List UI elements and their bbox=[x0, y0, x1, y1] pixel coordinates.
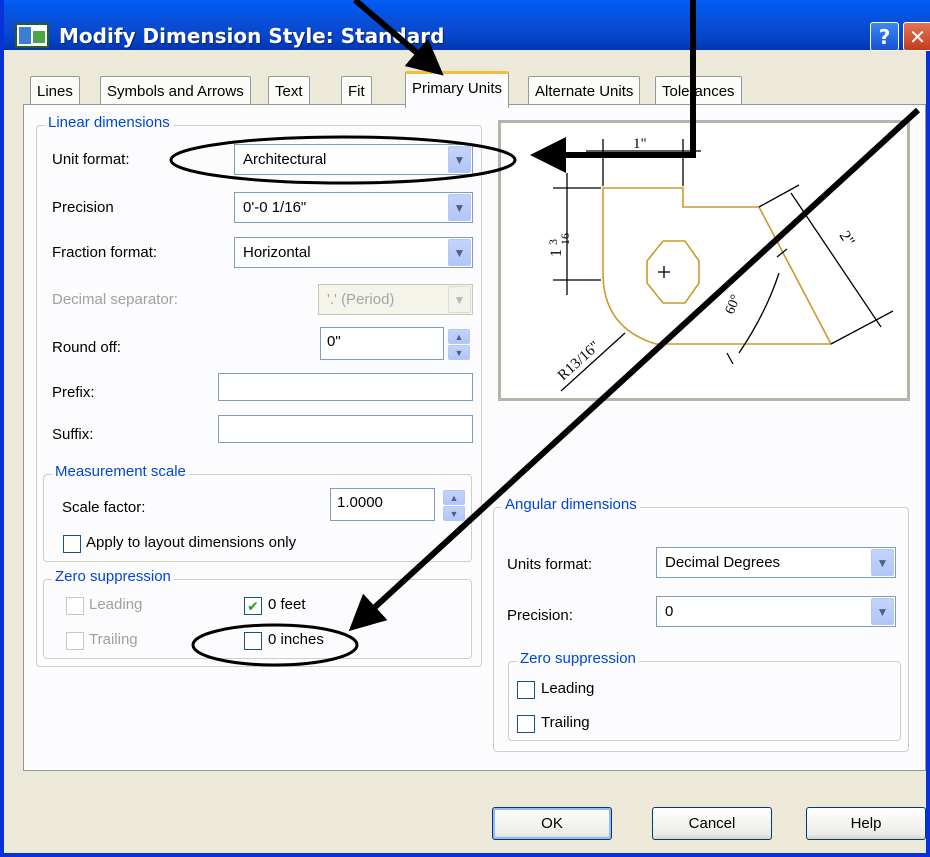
select-value: Decimal Degrees bbox=[665, 554, 781, 571]
input-value: 1.0000 bbox=[337, 494, 383, 511]
select-value: Horizontal bbox=[243, 244, 311, 261]
dim-left-den: 16 bbox=[558, 233, 572, 245]
cancel-button[interactable]: Cancel bbox=[652, 807, 772, 840]
trailing-label: Trailing bbox=[89, 631, 138, 648]
group-label: Measurement scale bbox=[52, 463, 189, 480]
unit-format-select[interactable]: Architectural ▼ bbox=[234, 144, 473, 175]
tab-lines[interactable]: Lines bbox=[30, 76, 80, 106]
help-title-button[interactable]: ? bbox=[870, 22, 899, 51]
prefix-input[interactable] bbox=[218, 373, 473, 401]
part-outline bbox=[602, 187, 833, 345]
tab-label: Tolerances bbox=[662, 83, 735, 100]
chevron-down-icon: ▼ bbox=[448, 286, 471, 313]
spin-up-icon[interactable]: ▲ bbox=[448, 329, 470, 344]
chevron-down-icon[interactable]: ▼ bbox=[871, 549, 894, 576]
select-value: '.' (Period) bbox=[327, 291, 395, 308]
precision-select[interactable]: 0'-0 1/16" ▼ bbox=[234, 192, 473, 223]
scale-factor-input[interactable]: 1.0000 bbox=[330, 488, 435, 521]
tab-label: Symbols and Arrows bbox=[107, 83, 244, 100]
tab-symbols-and-arrows[interactable]: Symbols and Arrows bbox=[100, 76, 251, 106]
suffix-label: Suffix: bbox=[52, 426, 94, 443]
button-label: Cancel bbox=[688, 815, 736, 832]
scale-factor-label: Scale factor: bbox=[62, 499, 146, 516]
round-off-label: Round off: bbox=[52, 339, 121, 356]
group-label: Zero suppression bbox=[517, 650, 639, 667]
tab-label: Primary Units bbox=[412, 80, 503, 97]
close-button[interactable]: ✕ bbox=[903, 22, 930, 51]
ok-button[interactable]: OK bbox=[492, 807, 612, 840]
tab-alternate-units[interactable]: Alternate Units bbox=[528, 76, 641, 106]
help-button[interactable]: Help bbox=[806, 807, 926, 840]
chevron-down-icon[interactable]: ▼ bbox=[871, 598, 894, 625]
leading-label: Leading bbox=[89, 596, 143, 613]
dim-left-text: 1 3 16 bbox=[546, 233, 572, 257]
tab-label: Fit bbox=[348, 83, 365, 100]
apply-layout-checkbox[interactable] bbox=[63, 535, 81, 553]
zero-inches-checkbox[interactable] bbox=[244, 632, 262, 650]
checkmark-icon: ✔ bbox=[247, 598, 259, 614]
unit-format-label: Unit format: bbox=[52, 151, 130, 168]
chevron-down-icon[interactable]: ▼ bbox=[448, 146, 471, 173]
fraction-format-label: Fraction format: bbox=[52, 244, 158, 261]
close-icon: ✕ bbox=[909, 24, 926, 49]
fraction-format-select[interactable]: Horizontal ▼ bbox=[234, 237, 473, 268]
chevron-down-icon[interactable]: ▼ bbox=[448, 239, 471, 266]
angular-units-format-select[interactable]: Decimal Degrees ▼ bbox=[656, 547, 896, 578]
title-bar[interactable]: Modify Dimension Style: Standard ? ✕ bbox=[4, 0, 930, 51]
group-label: Zero suppression bbox=[52, 568, 174, 585]
button-label: Help bbox=[850, 815, 882, 832]
round-off-input[interactable]: 0" bbox=[320, 327, 444, 360]
angular-precision-select[interactable]: 0 ▼ bbox=[656, 596, 896, 627]
tab-label: Alternate Units bbox=[535, 83, 634, 100]
tab-text[interactable]: Text bbox=[268, 76, 310, 106]
dialog-window: Modify Dimension Style: Standard ? ✕ Lin… bbox=[0, 0, 930, 857]
group-label: Linear dimensions bbox=[45, 114, 173, 131]
window-title: Modify Dimension Style: Standard bbox=[59, 24, 445, 48]
dimension-preview: 1" 1 3 16 2" 60° R13/16" bbox=[498, 120, 910, 401]
tab-label: Text bbox=[275, 83, 303, 100]
select-value: 0 bbox=[665, 603, 674, 620]
decimal-separator-label: Decimal separator: bbox=[52, 291, 178, 308]
trailing-checkbox bbox=[66, 632, 84, 650]
zero-inches-label: 0 inches bbox=[268, 631, 324, 648]
dim-top-text: 1" bbox=[633, 136, 647, 152]
chevron-down-icon[interactable]: ▼ bbox=[448, 194, 471, 221]
angular-leading-checkbox[interactable] bbox=[517, 681, 535, 699]
apply-layout-label: Apply to layout dimensions only bbox=[86, 534, 297, 551]
group-label: Angular dimensions bbox=[502, 496, 640, 513]
input-value: 0" bbox=[327, 333, 341, 350]
tab-label: Lines bbox=[37, 83, 73, 100]
leading-checkbox bbox=[66, 597, 84, 615]
tab-primary-units[interactable]: Primary Units bbox=[405, 71, 510, 108]
spin-down-icon[interactable]: ▼ bbox=[443, 506, 465, 521]
tab-fit[interactable]: Fit bbox=[341, 76, 372, 106]
units-format-label: Units format: bbox=[507, 556, 593, 573]
spin-down-icon[interactable]: ▼ bbox=[448, 345, 470, 360]
dim-left-whole: 1 bbox=[548, 249, 565, 257]
dim-right-text: 2" bbox=[836, 228, 858, 249]
dim-radius-text: R13/16" bbox=[555, 338, 603, 384]
precision-label: Precision bbox=[52, 199, 114, 216]
tab-tolerances[interactable]: Tolerances bbox=[655, 76, 742, 106]
angular-leading-label: Leading bbox=[541, 680, 595, 697]
preview-drawing: 1" 1 3 16 2" 60° R13/16" bbox=[546, 136, 894, 392]
zero-feet-label: 0 feet bbox=[268, 596, 306, 613]
select-value: 0'-0 1/16" bbox=[243, 199, 307, 216]
app-icon bbox=[15, 23, 49, 48]
prefix-label: Prefix: bbox=[52, 384, 95, 401]
angular-trailing-label: Trailing bbox=[541, 714, 590, 731]
angular-precision-label: Precision: bbox=[507, 607, 573, 624]
hole-outline bbox=[646, 240, 700, 304]
question-icon: ? bbox=[878, 24, 891, 49]
spin-up-icon[interactable]: ▲ bbox=[443, 490, 465, 505]
select-value: Architectural bbox=[243, 151, 327, 168]
zero-feet-checkbox[interactable]: ✔ bbox=[244, 597, 262, 615]
button-label: OK bbox=[541, 815, 563, 832]
suffix-input[interactable] bbox=[218, 415, 473, 443]
angular-trailing-checkbox[interactable] bbox=[517, 715, 535, 733]
dim-angle-text: 60° bbox=[723, 293, 744, 317]
decimal-separator-select: '.' (Period) ▼ bbox=[318, 284, 473, 315]
